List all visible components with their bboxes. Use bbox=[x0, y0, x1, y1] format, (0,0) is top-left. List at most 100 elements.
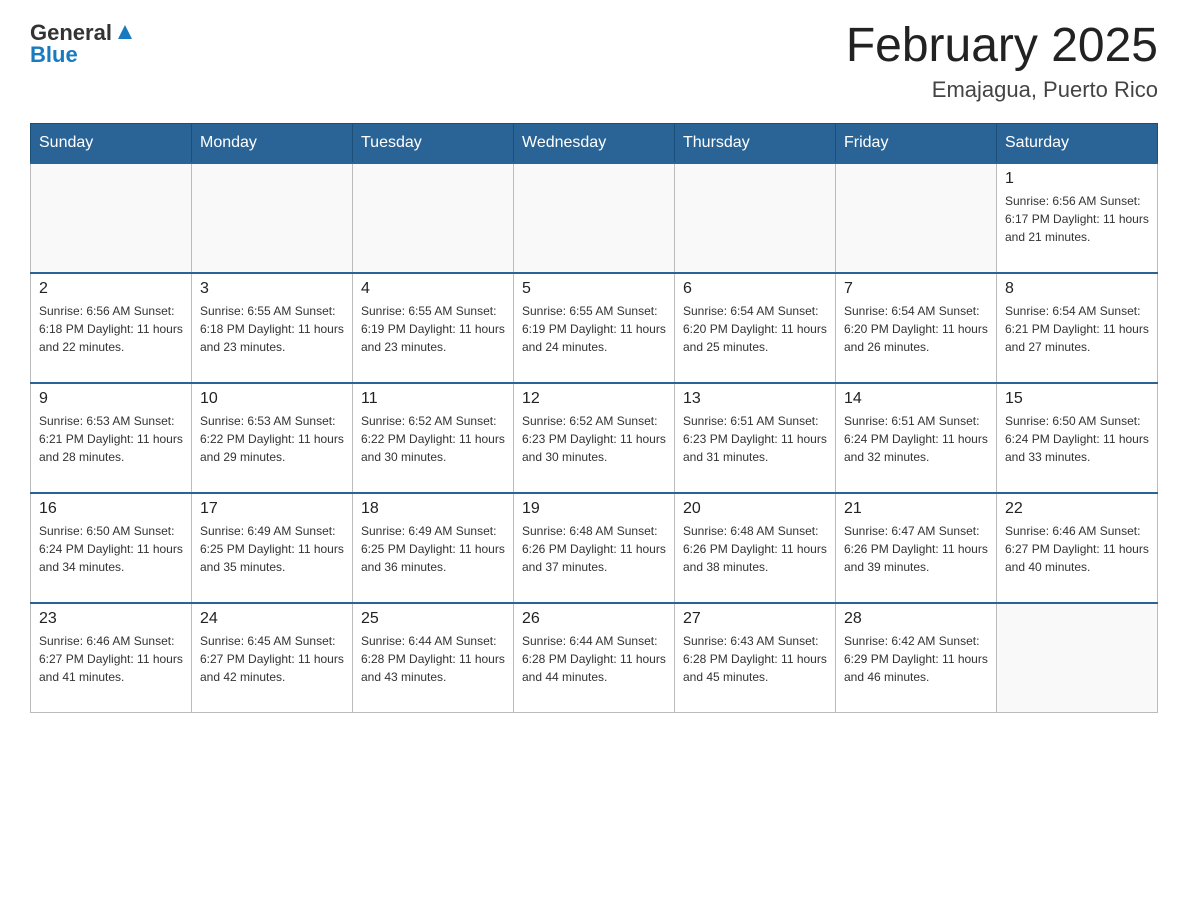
day-info: Sunrise: 6:46 AM Sunset: 6:27 PM Dayligh… bbox=[39, 632, 183, 686]
logo-icon: General Blue bbox=[30, 20, 136, 68]
calendar-cell: 11 Sunrise: 6:52 AM Sunset: 6:22 PM Dayli… bbox=[353, 383, 514, 493]
day-info: Sunrise: 6:50 AM Sunset: 6:24 PM Dayligh… bbox=[39, 522, 183, 576]
day-number: 10 bbox=[200, 390, 344, 408]
week-row-2: 2Sunrise: 6:56 AM Sunset: 6:18 PM Daylig… bbox=[31, 273, 1158, 383]
day-number: 25 bbox=[361, 610, 505, 628]
day-number: 17 bbox=[200, 500, 344, 518]
day-info: Sunrise: 6:55 AM Sunset: 6:19 PM Dayligh… bbox=[361, 302, 505, 356]
day-number: 7 bbox=[844, 280, 988, 298]
day-info: Sunrise: 6:47 AM Sunset: 6:26 PM Dayligh… bbox=[844, 522, 988, 576]
calendar-table: SundayMondayTuesdayWednesdayThursdayFrid… bbox=[30, 123, 1158, 714]
day-info: Sunrise: 6:55 AM Sunset: 6:18 PM Dayligh… bbox=[200, 302, 344, 356]
calendar-cell bbox=[353, 163, 514, 273]
day-number: 18 bbox=[361, 500, 505, 518]
day-info: Sunrise: 6:52 AM Sunset: 6:22 PM Dayligh… bbox=[361, 412, 505, 466]
week-row-4: 16 Sunrise: 6:50 AM Sunset: 6:24 PM Dayli… bbox=[31, 493, 1158, 603]
day-number: 6 bbox=[683, 280, 827, 298]
weekday-header-row: SundayMondayTuesdayWednesdayThursdayFrid… bbox=[31, 123, 1158, 163]
day-info: Sunrise: 6:56 AM Sunset: 6:17 PM Dayligh… bbox=[1005, 192, 1149, 246]
calendar-cell: 3 Sunrise: 6:55 AM Sunset: 6:18 PM Daylig… bbox=[192, 273, 353, 383]
day-info: Sunrise: 6:50 AM Sunset: 6:24 PM Dayligh… bbox=[1005, 412, 1149, 466]
weekday-header-sunday: Sunday bbox=[31, 123, 192, 163]
calendar-cell: 15 Sunrise: 6:50 AM Sunset: 6:24 PM Dayli… bbox=[997, 383, 1158, 493]
day-info: Sunrise: 6:55 AM Sunset: 6:19 PM Dayligh… bbox=[522, 302, 666, 356]
calendar-cell: 27 Sunrise: 6:43 AM Sunset: 6:28 PM Dayli… bbox=[675, 603, 836, 713]
day-number: 21 bbox=[844, 500, 988, 518]
calendar-cell: 21 Sunrise: 6:47 AM Sunset: 6:26 PM Dayli… bbox=[836, 493, 997, 603]
day-info: Sunrise: 6:53 AM Sunset: 6:21 PM Dayligh… bbox=[39, 412, 183, 466]
calendar-cell: 13 Sunrise: 6:51 AM Sunset: 6:23 PM Dayli… bbox=[675, 383, 836, 493]
day-info: Sunrise: 6:46 AM Sunset: 6:27 PM Dayligh… bbox=[1005, 522, 1149, 576]
calendar-cell: 22 Sunrise: 6:46 AM Sunset: 6:27 PM Dayli… bbox=[997, 493, 1158, 603]
weekday-header-wednesday: Wednesday bbox=[514, 123, 675, 163]
title-section: February 2025 Emajagua, Puerto Rico bbox=[846, 20, 1158, 103]
day-number: 19 bbox=[522, 500, 666, 518]
calendar-cell: 16 Sunrise: 6:50 AM Sunset: 6:24 PM Dayli… bbox=[31, 493, 192, 603]
calendar-cell: 18Sunrise: 6:49 AM Sunset: 6:25 PM Dayli… bbox=[353, 493, 514, 603]
day-number: 16 bbox=[39, 500, 183, 518]
weekday-header-thursday: Thursday bbox=[675, 123, 836, 163]
day-number: 3 bbox=[200, 280, 344, 298]
day-info: Sunrise: 6:54 AM Sunset: 6:20 PM Dayligh… bbox=[844, 302, 988, 356]
calendar-cell: 26 Sunrise: 6:44 AM Sunset: 6:28 PM Dayli… bbox=[514, 603, 675, 713]
calendar-cell: 4Sunrise: 6:55 AM Sunset: 6:19 PM Daylig… bbox=[353, 273, 514, 383]
day-number: 1 bbox=[1005, 170, 1149, 188]
calendar-cell: 7 Sunrise: 6:54 AM Sunset: 6:20 PM Daylig… bbox=[836, 273, 997, 383]
calendar-cell bbox=[514, 163, 675, 273]
day-number: 9 bbox=[39, 390, 183, 408]
calendar-cell: 23Sunrise: 6:46 AM Sunset: 6:27 PM Dayli… bbox=[31, 603, 192, 713]
logo-blue-text: Blue bbox=[30, 42, 78, 68]
calendar-cell: 8 Sunrise: 6:54 AM Sunset: 6:21 PM Daylig… bbox=[997, 273, 1158, 383]
calendar-cell: 25 Sunrise: 6:44 AM Sunset: 6:28 PM Dayli… bbox=[353, 603, 514, 713]
day-info: Sunrise: 6:53 AM Sunset: 6:22 PM Dayligh… bbox=[200, 412, 344, 466]
calendar-cell: 1 Sunrise: 6:56 AM Sunset: 6:17 PM Daylig… bbox=[997, 163, 1158, 273]
calendar-cell: 19 Sunrise: 6:48 AM Sunset: 6:26 PM Dayli… bbox=[514, 493, 675, 603]
logo-triangle-icon bbox=[114, 21, 136, 43]
day-number: 28 bbox=[844, 610, 988, 628]
day-info: Sunrise: 6:44 AM Sunset: 6:28 PM Dayligh… bbox=[361, 632, 505, 686]
day-info: Sunrise: 6:52 AM Sunset: 6:23 PM Dayligh… bbox=[522, 412, 666, 466]
day-number: 27 bbox=[683, 610, 827, 628]
weekday-header-saturday: Saturday bbox=[997, 123, 1158, 163]
calendar-cell: 6Sunrise: 6:54 AM Sunset: 6:20 PM Daylig… bbox=[675, 273, 836, 383]
day-info: Sunrise: 6:48 AM Sunset: 6:26 PM Dayligh… bbox=[522, 522, 666, 576]
location-title: Emajagua, Puerto Rico bbox=[846, 77, 1158, 103]
day-number: 15 bbox=[1005, 390, 1149, 408]
day-number: 13 bbox=[683, 390, 827, 408]
day-number: 26 bbox=[522, 610, 666, 628]
week-row-1: 1 Sunrise: 6:56 AM Sunset: 6:17 PM Daylig… bbox=[31, 163, 1158, 273]
week-row-3: 9 Sunrise: 6:53 AM Sunset: 6:21 PM Daylig… bbox=[31, 383, 1158, 493]
calendar-cell bbox=[997, 603, 1158, 713]
logo: General Blue bbox=[30, 20, 136, 68]
day-info: Sunrise: 6:51 AM Sunset: 6:23 PM Dayligh… bbox=[683, 412, 827, 466]
day-info: Sunrise: 6:44 AM Sunset: 6:28 PM Dayligh… bbox=[522, 632, 666, 686]
day-number: 5 bbox=[522, 280, 666, 298]
day-info: Sunrise: 6:43 AM Sunset: 6:28 PM Dayligh… bbox=[683, 632, 827, 686]
day-number: 14 bbox=[844, 390, 988, 408]
day-info: Sunrise: 6:54 AM Sunset: 6:21 PM Dayligh… bbox=[1005, 302, 1149, 356]
calendar-cell: 2Sunrise: 6:56 AM Sunset: 6:18 PM Daylig… bbox=[31, 273, 192, 383]
day-number: 12 bbox=[522, 390, 666, 408]
day-number: 2 bbox=[39, 280, 183, 298]
calendar-cell bbox=[192, 163, 353, 273]
day-number: 20 bbox=[683, 500, 827, 518]
calendar-cell bbox=[675, 163, 836, 273]
day-info: Sunrise: 6:49 AM Sunset: 6:25 PM Dayligh… bbox=[200, 522, 344, 576]
page-header: General Blue February 2025 Emajagua, Pue… bbox=[30, 20, 1158, 103]
calendar-cell: 12 Sunrise: 6:52 AM Sunset: 6:23 PM Dayli… bbox=[514, 383, 675, 493]
day-number: 11 bbox=[361, 390, 505, 408]
day-number: 22 bbox=[1005, 500, 1149, 518]
calendar-cell: 24Sunrise: 6:45 AM Sunset: 6:27 PM Dayli… bbox=[192, 603, 353, 713]
day-number: 8 bbox=[1005, 280, 1149, 298]
calendar-cell: 9 Sunrise: 6:53 AM Sunset: 6:21 PM Daylig… bbox=[31, 383, 192, 493]
calendar-cell: 20 Sunrise: 6:48 AM Sunset: 6:26 PM Dayli… bbox=[675, 493, 836, 603]
day-info: Sunrise: 6:42 AM Sunset: 6:29 PM Dayligh… bbox=[844, 632, 988, 686]
calendar-cell: 28 Sunrise: 6:42 AM Sunset: 6:29 PM Dayli… bbox=[836, 603, 997, 713]
month-title: February 2025 bbox=[846, 20, 1158, 73]
calendar-cell bbox=[836, 163, 997, 273]
day-info: Sunrise: 6:51 AM Sunset: 6:24 PM Dayligh… bbox=[844, 412, 988, 466]
weekday-header-tuesday: Tuesday bbox=[353, 123, 514, 163]
day-info: Sunrise: 6:48 AM Sunset: 6:26 PM Dayligh… bbox=[683, 522, 827, 576]
calendar-cell: 17 Sunrise: 6:49 AM Sunset: 6:25 PM Dayli… bbox=[192, 493, 353, 603]
calendar-cell: 10 Sunrise: 6:53 AM Sunset: 6:22 PM Dayli… bbox=[192, 383, 353, 493]
